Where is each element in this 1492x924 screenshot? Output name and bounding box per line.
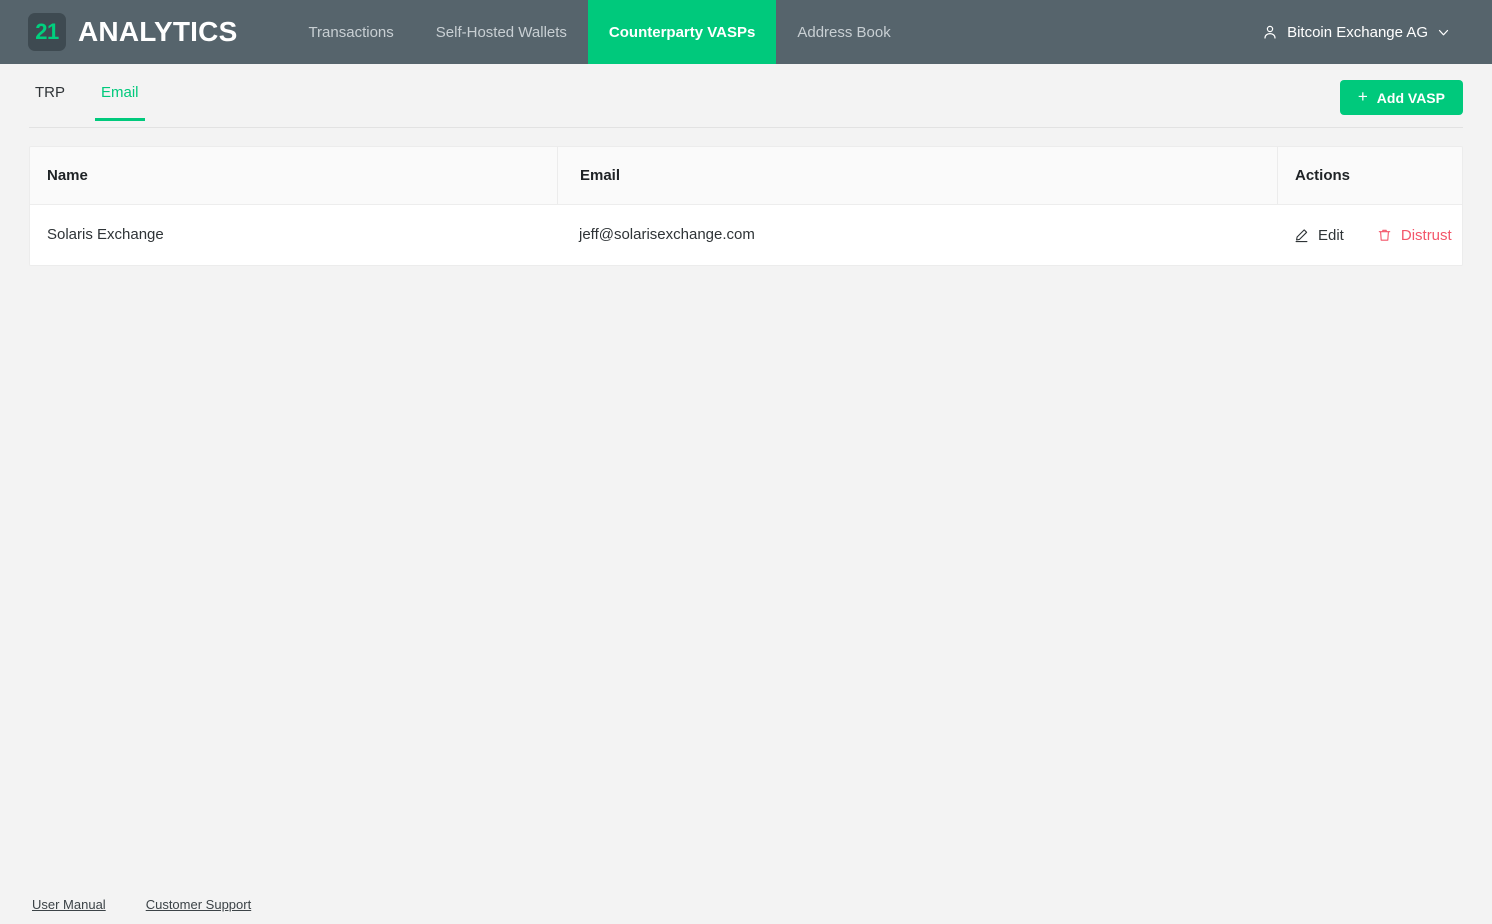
table-header-row: Name Email Actions	[30, 147, 1462, 205]
edit-label: Edit	[1318, 228, 1344, 243]
nav-item-self-hosted-wallets[interactable]: Self-Hosted Wallets	[415, 0, 588, 64]
brand-logo[interactable]: 21 ANALYTICS	[0, 0, 247, 64]
column-header-email: Email	[557, 147, 1277, 204]
user-icon	[1262, 24, 1278, 40]
app-page: 21 ANALYTICS Transactions Self-Hosted Wa…	[0, 0, 1492, 924]
footer-link-user-manual[interactable]: User Manual	[32, 897, 106, 912]
subtabs-list: TRP Email	[29, 82, 1492, 128]
brand-name-text: ANALYTICS	[78, 18, 237, 46]
cell-email: jeff@solarisexchange.com	[557, 226, 1277, 244]
distrust-label: Distrust	[1401, 228, 1452, 243]
plus-icon: +	[1358, 88, 1368, 105]
chevron-down-icon	[1437, 26, 1450, 39]
account-name-label: Bitcoin Exchange AG	[1287, 24, 1428, 41]
column-header-name: Name	[30, 167, 557, 185]
distrust-button[interactable]: Distrust	[1377, 228, 1452, 243]
logo-mark-21: 21	[28, 13, 66, 51]
vasp-table: Name Email Actions Solaris Exchange jeff…	[29, 146, 1463, 266]
nav-item-transactions[interactable]: Transactions	[287, 0, 414, 64]
table-row: Solaris Exchange jeff@solarisexchange.co…	[30, 205, 1462, 265]
edit-button[interactable]: Edit	[1294, 228, 1344, 243]
subtab-email[interactable]: Email	[95, 82, 145, 100]
cell-name: Solaris Exchange	[30, 226, 557, 244]
cell-actions: Edit Distrust	[1277, 228, 1462, 243]
subtabs-bar: TRP Email	[0, 64, 1492, 128]
add-vasp-label: Add VASP	[1377, 91, 1445, 105]
pencil-icon	[1294, 228, 1309, 243]
subtabs-divider	[29, 127, 1463, 128]
account-menu[interactable]: Bitcoin Exchange AG	[1262, 0, 1492, 64]
trash-icon	[1377, 228, 1392, 243]
add-vasp-button[interactable]: + Add VASP	[1340, 80, 1463, 115]
column-header-actions: Actions	[1277, 147, 1462, 204]
nav-item-counterparty-vasps[interactable]: Counterparty VASPs	[588, 0, 776, 64]
footer-link-customer-support[interactable]: Customer Support	[146, 897, 252, 912]
subtab-trp[interactable]: TRP	[29, 82, 71, 100]
top-navigation-bar: 21 ANALYTICS Transactions Self-Hosted Wa…	[0, 0, 1492, 64]
footer: User Manual Customer Support	[32, 897, 251, 912]
nav-item-address-book[interactable]: Address Book	[776, 0, 911, 64]
main-nav: Transactions Self-Hosted Wallets Counter…	[287, 0, 911, 64]
